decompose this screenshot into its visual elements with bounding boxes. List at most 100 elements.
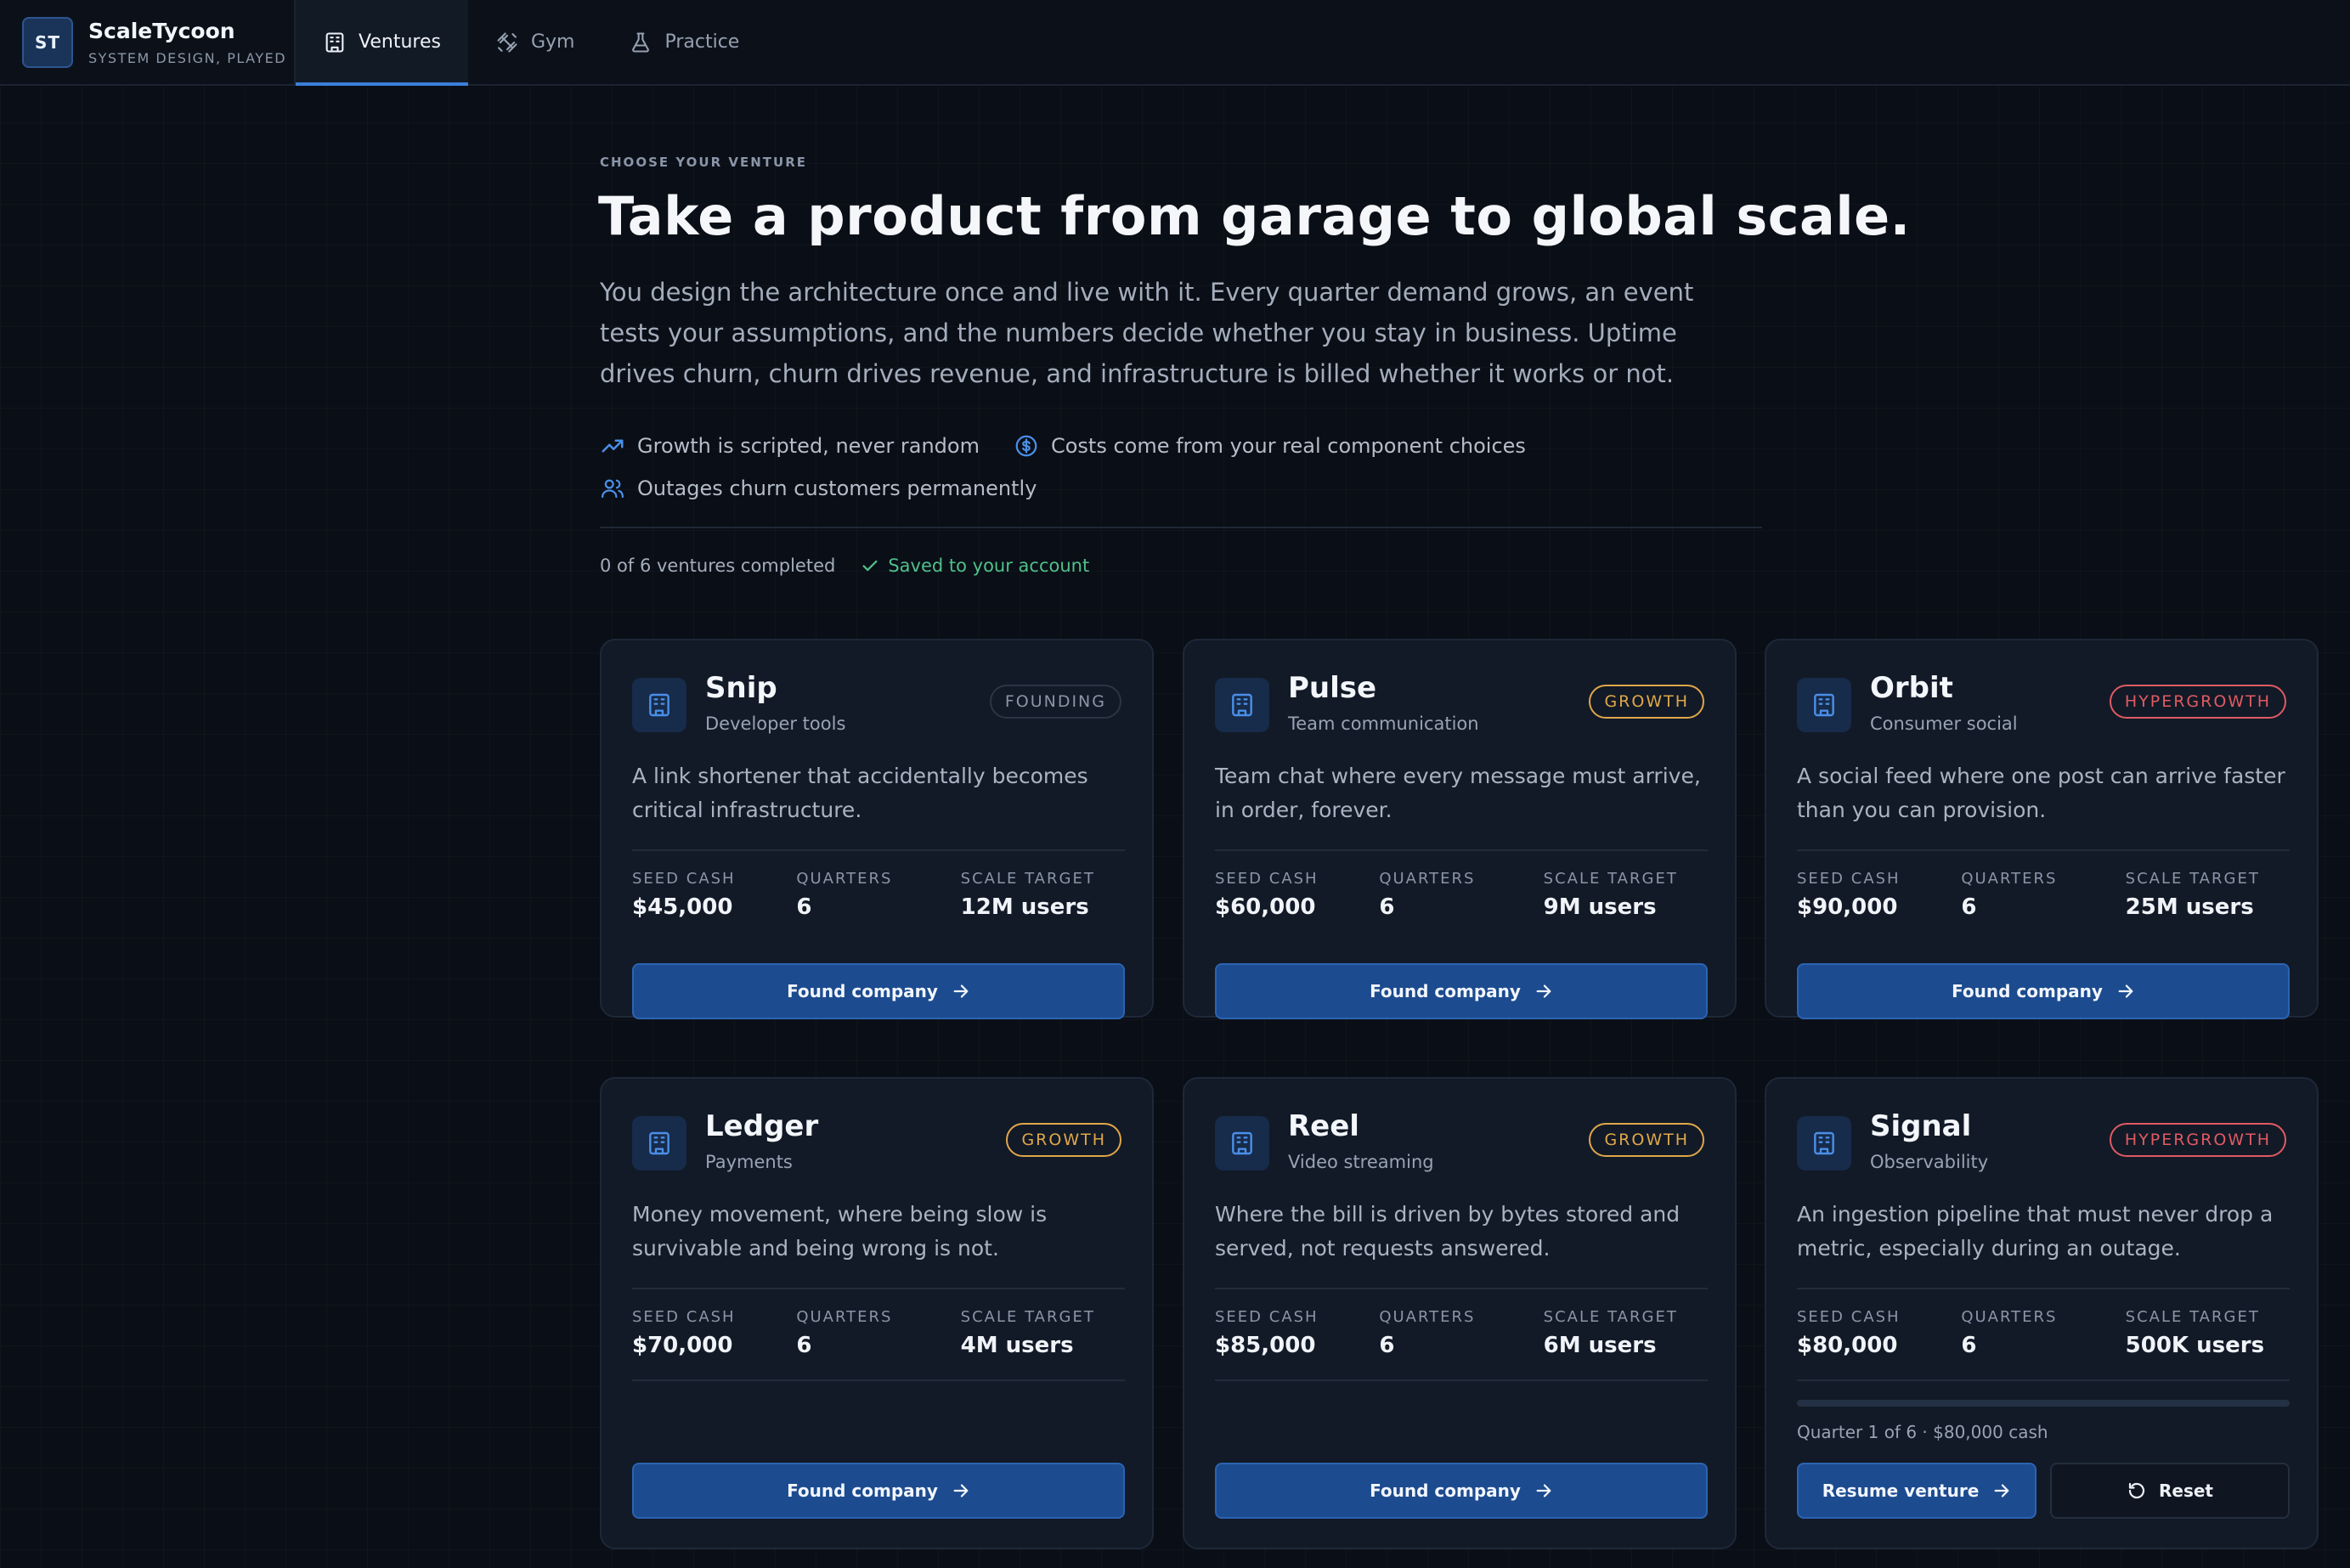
feature-text: Growth is scripted, never random [637,434,980,458]
stat-label: SEED CASH [632,870,736,888]
venture-description: Where the bill is driven by bytes stored… [1215,1202,1681,1261]
scale-target-value: 500K users [2125,1333,2265,1358]
stat-label: SCALE TARGET [1543,870,1678,888]
found-company-button[interactable]: Found company [1215,1463,1708,1519]
venture-stats: SEED CASH $60,000 QUARTERS 6 SCALE TARGET 9… [1215,870,1708,920]
button-label: Resume venture [1822,1481,1980,1501]
scale-target-value: 6M users [1543,1333,1657,1358]
venture-description: A link shortener that accidentally becom… [632,764,1088,822]
stat-label: SCALE TARGET [1543,1308,1678,1326]
brand-logo: ST [22,16,73,68]
stat-label: QUARTERS [796,870,893,888]
stage-badge: HYPERGROWTH [2109,1123,2286,1157]
stat-label: SCALE TARGET [2125,870,2260,888]
venture-name: Ledger [705,1109,819,1143]
feature-item: Growth is scripted, never random [600,433,980,459]
venture-description: An ingestion pipeline that must never dr… [1797,1202,2274,1261]
stat-label: SEED CASH [632,1308,736,1326]
brand-name: ScaleTycoon [88,18,235,43]
venture-card-pulse: Pulse Team communication GROWTH Team cha… [1183,639,1737,1019]
ventures-completed: 0 of 6 ventures completed [600,556,836,576]
seed-cash-value: $70,000 [632,1333,733,1358]
card-divider [1215,1288,1708,1289]
feature-item: Outages churn customers permanently [600,476,1037,501]
building-icon [649,693,669,717]
venture-name: Pulse [1288,671,1377,705]
stat-label: SEED CASH [1215,1308,1319,1326]
tab-practice[interactable]: Practice [602,0,766,84]
arrow-right-icon [2118,984,2133,998]
scale-target-value: 12M users [960,894,1089,920]
found-company-button[interactable]: Found company [1797,963,2290,1019]
top-nav: ST ScaleTycoon SYSTEM DESIGN, PLAYED Ven… [0,0,2350,86]
dumbbell-icon [497,31,517,53]
venture-run-status: Quarter 1 of 6 · $80,000 cash [1797,1422,2048,1442]
venture-card-signal: Signal Observability HYPERGROWTH An inge… [1765,1077,2319,1549]
reset-venture-button[interactable]: Reset [2050,1463,2290,1519]
card-divider [632,1288,1125,1289]
dollar-circle-icon [1015,435,1037,457]
brand[interactable]: ST ScaleTycoon SYSTEM DESIGN, PLAYED [0,0,296,84]
building-icon [1232,1131,1252,1155]
venture-icon [1797,1116,1851,1170]
stat-label: QUARTERS [1961,1308,2058,1326]
venture-name: Signal [1870,1109,1972,1143]
seed-cash-value: $60,000 [1215,894,1316,920]
venture-name: Reel [1288,1109,1359,1143]
trending-up-icon [602,439,624,453]
found-company-button[interactable]: Found company [1215,963,1708,1019]
card-divider [632,1379,1125,1381]
venture-icon [1797,678,1851,732]
tab-gym[interactable]: Gym [468,0,602,84]
arrow-right-icon [1536,1484,1551,1497]
users-icon [602,479,624,499]
tab-ventures[interactable]: Ventures [296,0,468,86]
section-divider [600,527,1762,528]
brand-tagline: SYSTEM DESIGN, PLAYED [88,49,287,66]
stat-label: SEED CASH [1215,870,1319,888]
stat-label: SCALE TARGET [960,870,1095,888]
seed-cash-value: $80,000 [1797,1333,1898,1358]
arrow-right-icon [953,1484,969,1497]
stat-label: QUARTERS [1379,870,1476,888]
venture-icon [632,678,686,732]
venture-icon [1215,1116,1269,1170]
stage-badge: GROWTH [1006,1123,1121,1157]
found-company-button[interactable]: Found company [632,963,1125,1019]
quarters-value: 6 [1379,894,1395,920]
venture-stats: SEED CASH $80,000 QUARTERS 6 SCALE TARGET 5… [1797,1308,2290,1358]
button-label: Found company [787,981,938,1001]
stage-badge: FOUNDING [989,685,1121,719]
venture-description: Money movement, where being slow is surv… [632,1202,1048,1261]
venture-category: Developer tools [705,713,846,734]
tab-label: Gym [530,31,575,53]
stat-label: SCALE TARGET [2125,1308,2260,1326]
resume-venture-button[interactable]: Resume venture [1797,1463,2036,1519]
card-divider [1797,1379,2290,1381]
building-icon [1232,693,1252,717]
card-divider [1797,1288,2290,1289]
feature-list: Growth is scripted, never random Costs c… [600,425,1704,510]
seed-cash-value: $45,000 [632,894,733,920]
venture-stats: SEED CASH $85,000 QUARTERS 6 SCALE TARGET 6… [1215,1308,1708,1358]
quarters-value: 6 [1379,1333,1395,1358]
venture-category: Observability [1870,1152,1989,1172]
arrow-right-icon [953,984,969,998]
main-tabs: Ventures Gym Practice [296,0,766,86]
venture-description: A social feed where one post can arrive … [1797,764,2285,822]
feature-text: Costs come from your real component choi… [1050,434,1526,458]
button-label: Found company [787,1481,938,1501]
tab-label: Practice [664,31,740,53]
button-label: Reset [2159,1481,2213,1501]
button-label: Found company [1370,981,1521,1001]
button-label: Found company [1370,1481,1521,1501]
found-company-button[interactable]: Found company [632,1463,1125,1519]
intro-paragraph: You design the architecture once and liv… [600,278,1694,388]
quarters-value: 6 [796,1333,812,1358]
section-eyebrow: CHOOSE YOUR VENTURE [600,155,807,170]
scale-target-value: 9M users [1543,894,1657,920]
quarters-value: 6 [1961,1333,1977,1358]
saved-indicator: Saved to your account [861,556,1089,576]
quarters-value: 6 [796,894,812,920]
venture-category: Video streaming [1288,1152,1434,1172]
